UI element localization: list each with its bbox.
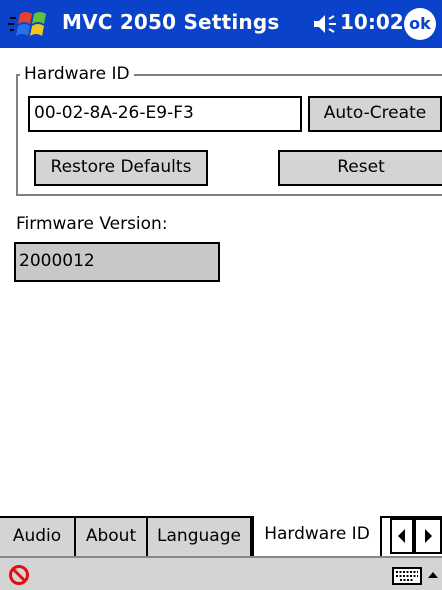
menu-bar	[0, 556, 442, 590]
restore-defaults-button[interactable]: Restore Defaults	[34, 150, 208, 186]
left-arrow-icon	[398, 529, 405, 543]
hardware-id-input[interactable]: 00-02-8A-26-E9-F3	[28, 96, 302, 132]
hardware-id-group-label: Hardware ID	[20, 64, 134, 84]
right-arrow-icon	[425, 529, 432, 543]
windows-flag-icon[interactable]	[8, 8, 50, 42]
title-bar: MVC 2050 Settings 10:02 ok	[0, 0, 442, 48]
speaker-icon[interactable]	[312, 12, 338, 36]
tab-about[interactable]: About	[76, 518, 148, 556]
tab-scroll-left-button[interactable]	[390, 518, 414, 554]
no-entry-icon[interactable]	[8, 564, 30, 586]
up-arrow-icon[interactable]	[426, 568, 440, 582]
clock[interactable]: 10:02	[340, 10, 404, 34]
tab-bar: Audio About Language Hardware ID	[0, 516, 442, 556]
ok-button[interactable]: ok	[404, 8, 436, 40]
tab-audio[interactable]: Audio	[0, 518, 76, 556]
auto-create-button[interactable]: Auto-Create	[308, 96, 442, 132]
tab-scroll-right-button[interactable]	[414, 518, 442, 554]
reset-button[interactable]: Reset	[278, 150, 442, 186]
firmware-version-field: 2000012	[14, 242, 220, 282]
window-title: MVC 2050 Settings	[62, 10, 280, 34]
firmware-version-label: Firmware Version:	[16, 214, 168, 234]
tab-language[interactable]: Language	[148, 518, 252, 556]
keyboard-icon[interactable]	[392, 567, 422, 585]
tab-hardware-id[interactable]: Hardware ID	[252, 516, 382, 556]
auto-create-button-label: Auto-Create	[323, 103, 427, 123]
